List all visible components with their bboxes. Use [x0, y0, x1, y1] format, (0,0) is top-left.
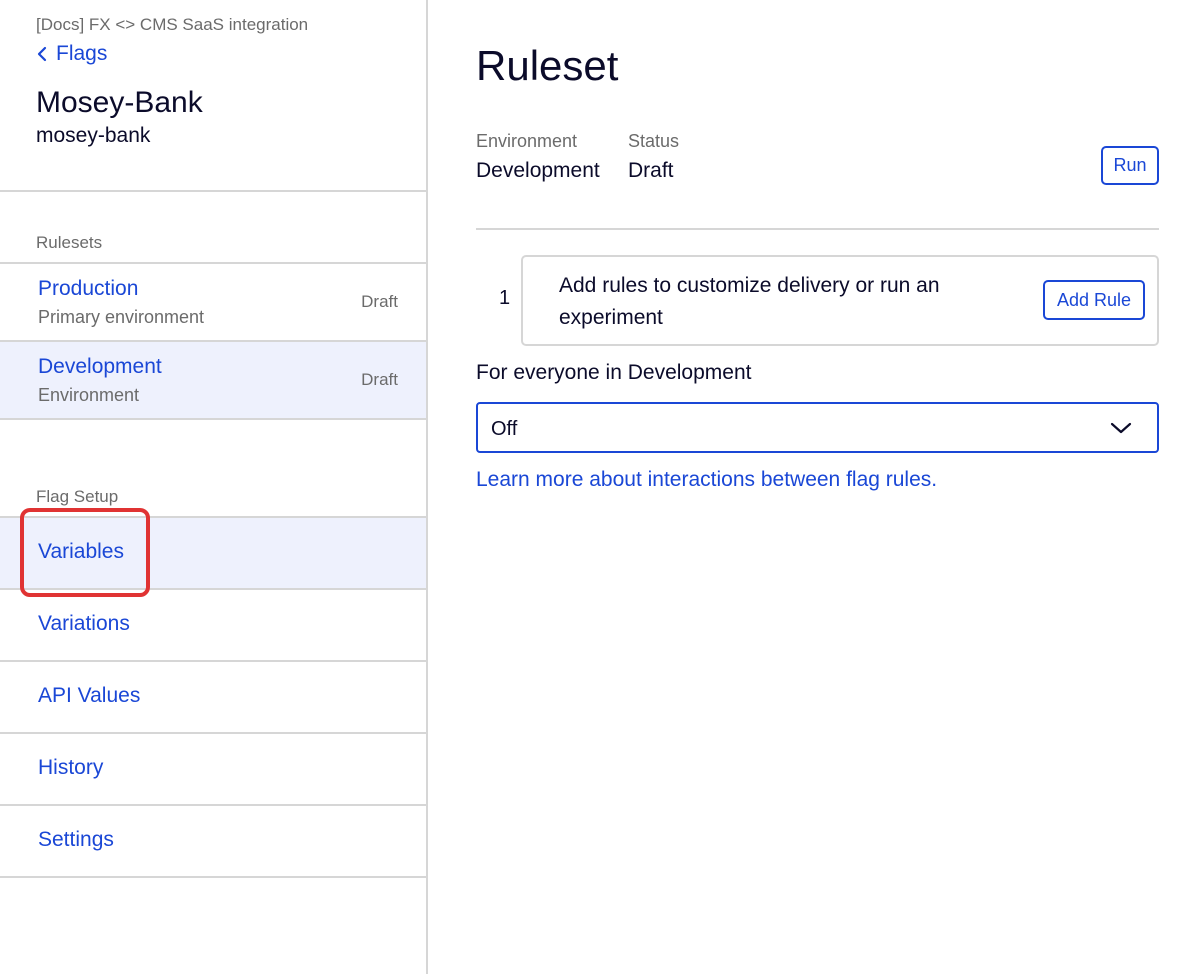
back-link-label: Flags: [56, 42, 108, 65]
chevron-left-icon: [37, 46, 47, 62]
nav-label: Settings: [38, 828, 114, 851]
main-divider: [476, 228, 1159, 230]
nav-item-history[interactable]: History: [0, 734, 426, 806]
environment-row-production[interactable]: Production Primary environment Draft: [0, 264, 426, 342]
rule-number: 1: [499, 287, 511, 309]
everyone-label: For everyone in Development: [476, 361, 752, 384]
flag-setup-heading: Flag Setup: [36, 487, 119, 506]
environment-label: Environment: [476, 131, 578, 151]
status-value: Draft: [628, 159, 674, 182]
nav-item-settings[interactable]: Settings: [0, 806, 426, 878]
environment-name: Production: [38, 277, 139, 300]
environment-subtitle: Primary environment: [38, 307, 205, 327]
project-name: [Docs] FX <> CMS SaaS integration: [36, 15, 309, 34]
environment-row-development[interactable]: Development Environment Draft: [0, 342, 426, 420]
environment-name: Development: [38, 355, 162, 378]
nav-item-variations[interactable]: Variations: [0, 590, 426, 662]
flag-key: mosey-bank: [36, 124, 151, 147]
run-button[interactable]: Run: [1101, 146, 1159, 185]
environment-status: Draft: [361, 370, 398, 389]
page-title: Ruleset: [476, 42, 619, 89]
sidebar: [Docs] FX <> CMS SaaS integration Flags …: [0, 0, 428, 974]
nav-item-variables[interactable]: Variables: [0, 518, 426, 590]
nav-label: API Values: [38, 684, 141, 707]
header-divider: [0, 190, 426, 192]
flag-name: Mosey-Bank: [36, 86, 203, 119]
environment-value: Development: [476, 159, 600, 182]
chevron-down-icon: [1110, 422, 1132, 434]
back-to-flags-link[interactable]: Flags: [36, 42, 107, 66]
add-rule-button[interactable]: Add Rule: [1043, 280, 1145, 320]
environment-status: Draft: [361, 292, 398, 311]
main-content: Ruleset Environment Development Status D…: [430, 0, 1194, 974]
environment-subtitle: Environment: [38, 385, 140, 405]
nav-label: History: [38, 756, 104, 779]
status-label: Status: [628, 131, 680, 151]
everyone-variation-select[interactable]: Off: [476, 402, 1159, 453]
nav-item-api-values[interactable]: API Values: [0, 662, 426, 734]
rule-description: Add rules to customize delivery or run a…: [559, 274, 940, 329]
rulesets-heading: Rulesets: [36, 233, 103, 252]
nav-label: Variables: [38, 540, 124, 563]
select-value: Off: [491, 418, 518, 440]
nav-label: Variations: [38, 612, 130, 635]
learn-more-link[interactable]: Learn more about interactions between fl…: [476, 468, 937, 492]
